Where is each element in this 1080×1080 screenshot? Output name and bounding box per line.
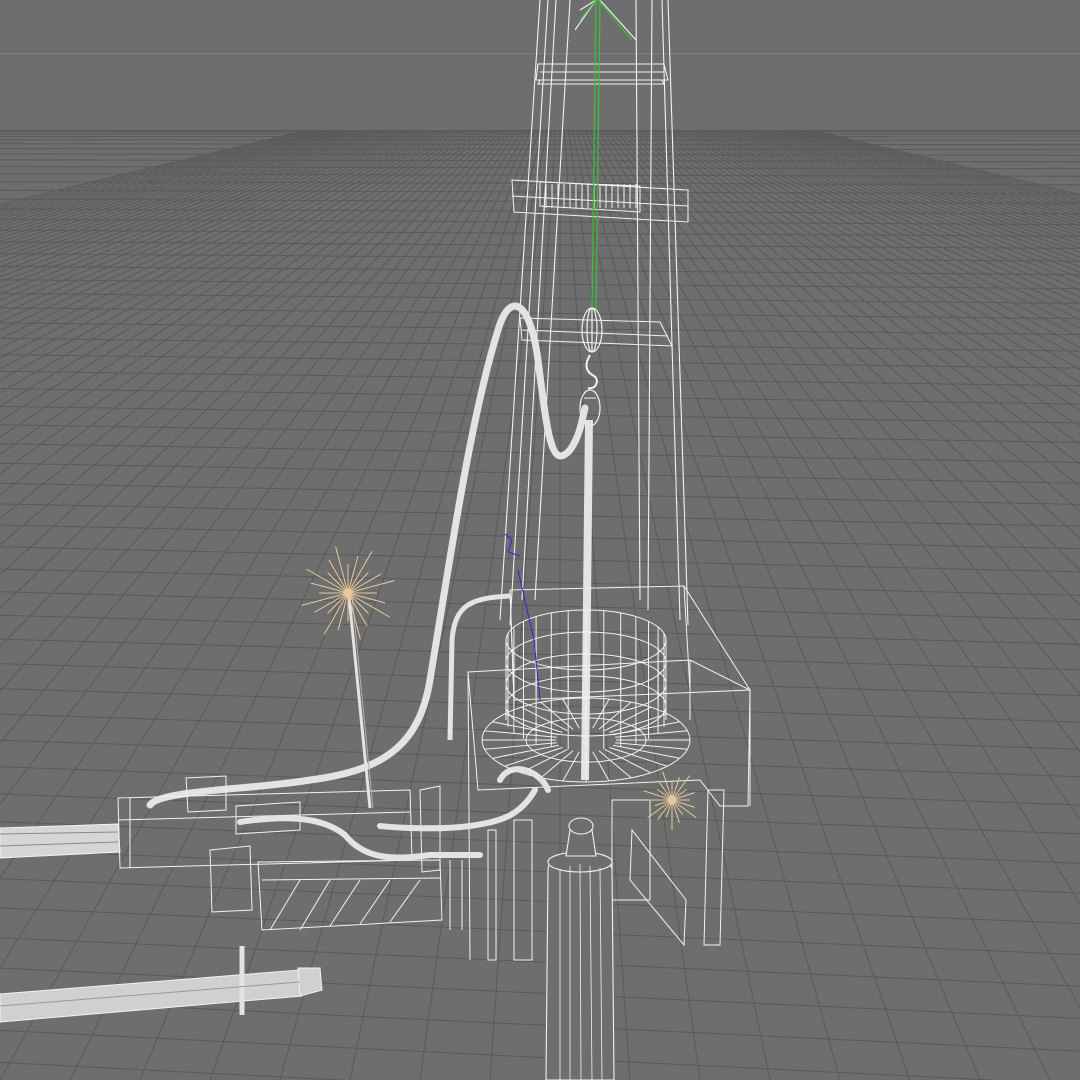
light-core [667, 795, 677, 805]
pipe-rack-pipe[interactable] [0, 823, 121, 859]
drill-pipe[interactable] [545, 817, 615, 1080]
viewport-canvas[interactable] [0, 0, 1080, 1080]
3d-viewport[interactable] [0, 0, 1080, 1080]
light-core [343, 588, 353, 598]
sky-band [0, 54, 1080, 130]
